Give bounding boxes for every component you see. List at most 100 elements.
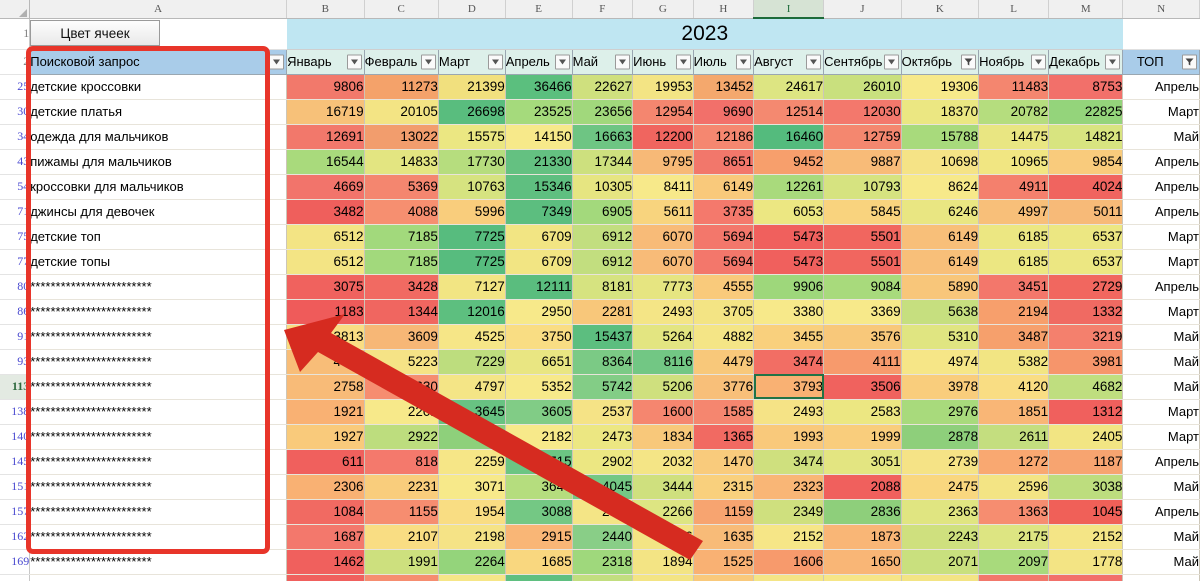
column-header-M[interactable]: M xyxy=(1048,0,1124,19)
column-header-I[interactable]: I xyxy=(753,0,825,19)
cell-month-value[interactable]: 10793 xyxy=(823,174,902,200)
cell-month-value[interactable]: 4088 xyxy=(364,199,439,225)
cell-month-value[interactable]: 1525 xyxy=(693,549,755,575)
cell-month-value[interactable]: 8364 xyxy=(572,349,634,375)
cell-month-value[interactable]: 3038 xyxy=(1048,474,1124,500)
column-header-H[interactable]: H xyxy=(693,0,755,19)
cell-month-value[interactable]: 8116 xyxy=(632,349,694,375)
cell-month-value[interactable]: 1851 xyxy=(978,399,1050,425)
cell-search-query[interactable]: ************************ xyxy=(29,349,288,375)
cell-search-query[interactable]: ************************ xyxy=(29,524,288,550)
cell-month-value[interactable]: 1600 xyxy=(632,399,694,425)
cell-month-value[interactable]: 11273 xyxy=(364,74,439,100)
cell-month-value[interactable]: 9806 xyxy=(286,74,365,100)
cell-month-value[interactable]: 5223 xyxy=(364,349,439,375)
cell-month-value[interactable]: 3369 xyxy=(823,299,902,325)
cell-search-query[interactable]: ************************ xyxy=(29,549,288,575)
cell-month-value[interactable]: 1363 xyxy=(978,499,1050,525)
cell-month-value[interactable]: 15788 xyxy=(901,124,980,150)
cell-month-value[interactable]: 3793 xyxy=(753,374,825,400)
cell-search-query[interactable]: детские кроссовки xyxy=(29,74,288,100)
cell-month-value[interactable]: 7773 xyxy=(632,274,694,300)
cell-month-value[interactable]: 3776 xyxy=(693,374,755,400)
cell-month-value[interactable]: 8753 xyxy=(1048,74,1124,100)
row-header-1[interactable]: 1 xyxy=(0,18,31,50)
cell-month-value[interactable]: 6185 xyxy=(978,249,1050,275)
cell-month-value[interactable]: 3645 xyxy=(438,399,506,425)
cell-month-value[interactable]: 3813 xyxy=(286,324,365,350)
cell-top-month[interactable]: Май xyxy=(1122,549,1200,575)
cell-month-value[interactable]: 8624 xyxy=(901,174,980,200)
cell-search-query[interactable]: джинсы для девочек xyxy=(29,199,288,225)
cell-month-value[interactable]: 1991 xyxy=(364,549,439,575)
cell-month-value[interactable]: 26698 xyxy=(438,99,506,125)
column-header-N[interactable]: N xyxy=(1122,0,1200,19)
cell-month-value[interactable]: 4367 xyxy=(505,574,573,581)
cell-month-value[interactable]: 1880 xyxy=(753,574,825,581)
cell-month-value[interactable]: 1986 xyxy=(632,524,694,550)
cell-month-value[interactable]: 2739 xyxy=(901,449,980,475)
cell-search-query[interactable]: ************************ xyxy=(29,449,288,475)
cell-month-value[interactable]: 6709 xyxy=(505,224,573,250)
cell-month-value[interactable]: 3609 xyxy=(364,324,439,350)
cell-month-value[interactable]: 2405 xyxy=(1048,424,1124,450)
cell-month-value[interactable]: 6070 xyxy=(632,249,694,275)
cell-month-value[interactable]: 2537 xyxy=(572,399,634,425)
cell-month-value[interactable]: 14821 xyxy=(1048,124,1124,150)
cell-month-value[interactable]: 3981 xyxy=(1048,349,1124,375)
column-header-L[interactable]: L xyxy=(978,0,1050,19)
cell-month-value[interactable]: 3576 xyxy=(823,324,902,350)
cell-month-value[interactable]: 15437 xyxy=(572,324,634,350)
cell-month-value[interactable]: 2902 xyxy=(572,449,634,475)
cell-month-value[interactable]: 1954 xyxy=(438,499,506,525)
cell-month-value[interactable]: 2758 xyxy=(286,374,365,400)
header-month-december[interactable]: Декабрь xyxy=(1048,48,1124,75)
cell-month-value[interactable]: 14833 xyxy=(364,149,439,175)
header-top[interactable]: ТОП xyxy=(1122,48,1200,75)
cell-month-value[interactable]: 5352 xyxy=(505,374,573,400)
cell-top-month[interactable]: Апрель xyxy=(1122,149,1200,175)
cell-month-value[interactable]: 9452 xyxy=(753,149,825,175)
cell-month-value[interactable]: 3482 xyxy=(286,199,365,225)
cell-month-value[interactable]: 2107 xyxy=(364,524,439,550)
cell-month-value[interactable]: 3444 xyxy=(632,474,694,500)
cell-search-query[interactable]: детские топы xyxy=(29,249,288,275)
cell-month-value[interactable]: 5264 xyxy=(632,324,694,350)
cell-month-value[interactable]: 6912 xyxy=(572,249,634,275)
cell-color-button[interactable]: Цвет ячеек xyxy=(30,20,160,46)
column-header-K[interactable]: K xyxy=(901,0,980,19)
cell-month-value[interactable]: 2175 xyxy=(978,524,1050,550)
cell-month-value[interactable]: 2259 xyxy=(438,449,506,475)
header-month-january[interactable]: Январь xyxy=(286,48,365,75)
cell-month-value[interactable]: 10305 xyxy=(572,174,634,200)
header-month-may[interactable]: Май xyxy=(572,48,634,75)
cell-month-value[interactable]: 3978 xyxy=(901,374,980,400)
cell-month-value[interactable]: 4120 xyxy=(978,374,1050,400)
cell-month-value[interactable]: 4525 xyxy=(438,324,506,350)
column-header-E[interactable]: E xyxy=(505,0,573,19)
cell-month-value[interactable]: 11483 xyxy=(978,74,1050,100)
cell-month-value[interactable]: 6512 xyxy=(286,249,365,275)
cell-month-value[interactable]: 8651 xyxy=(693,149,755,175)
cell-month-value[interactable]: 12200 xyxy=(632,124,694,150)
cell-month-value[interactable]: 17344 xyxy=(572,149,634,175)
cell-month-value[interactable]: 2264 xyxy=(438,549,506,575)
cell-month-value[interactable]: 14150 xyxy=(505,124,573,150)
cell-month-value[interactable]: 7349 xyxy=(505,199,573,225)
cell-month-value[interactable]: 1606 xyxy=(753,549,825,575)
cell-top-month[interactable]: Апрель xyxy=(1122,199,1200,225)
column-header-C[interactable]: C xyxy=(364,0,439,19)
cell-month-value[interactable]: 2583 xyxy=(823,399,902,425)
cell-month-value[interactable]: 1312 xyxy=(1048,399,1124,425)
cell-month-value[interactable]: 583 xyxy=(286,574,365,581)
chevron-down-icon[interactable] xyxy=(269,54,285,69)
cell-month-value[interactable]: 7185 xyxy=(364,224,439,250)
cell-month-value[interactable]: 21399 xyxy=(438,74,506,100)
cell-month-value[interactable]: 20782 xyxy=(978,99,1050,125)
cell-month-value[interactable]: 1155 xyxy=(364,499,439,525)
column-header-B[interactable]: B xyxy=(286,0,365,19)
chevron-down-icon[interactable] xyxy=(615,54,631,69)
row-header-138[interactable]: 138 xyxy=(0,399,31,425)
cell-month-value[interactable]: 6053 xyxy=(753,199,825,225)
cell-top-month[interactable]: Март xyxy=(1122,399,1200,425)
